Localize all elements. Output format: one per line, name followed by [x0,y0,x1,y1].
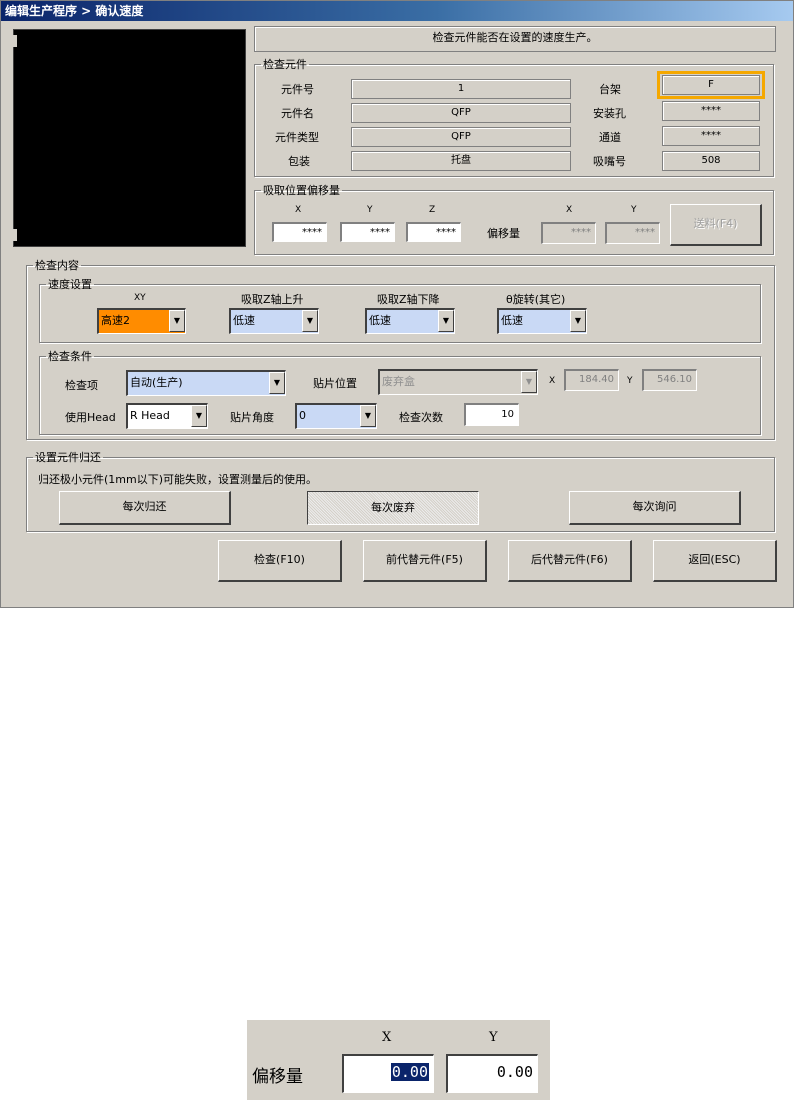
zoom-x-label: X [382,1030,392,1045]
pick-x-label: X [295,205,302,215]
return-group-legend: 设置元件归还 [35,451,101,464]
feed-button[interactable]: 送料(F4) [670,204,762,246]
rack-field: F [662,75,760,95]
angle-value: 0 [299,409,306,422]
zoom-y-value: 0.00 [496,1063,533,1081]
zup-label: 吸取Z轴上升 [241,293,304,306]
zoom-offset-label: 偏移量 [252,1067,303,1087]
rot-speed-select[interactable]: 低速 ▼ [497,308,587,334]
rot-speed-value: 低速 [501,314,523,327]
zdown-speed-select[interactable]: 低速 ▼ [365,308,455,334]
head-select[interactable]: R Head ▼ [126,403,208,429]
next-alt-button[interactable]: 后代替元件(F6) [508,540,632,582]
zup-speed-value: 低速 [233,314,255,327]
hole-label: 安装孔 [593,107,626,120]
camera-preview [13,29,246,247]
return-note: 归还极小元件(1mm以下)可能失败，设置测量后的使用。 [38,473,318,486]
part-name-label: 元件名 [281,107,314,120]
chevron-down-icon[interactable]: ▼ [302,310,318,332]
zoom-y-label: Y [489,1030,498,1045]
place-value: 废弃盒 [382,375,415,388]
angle-label: 贴片角度 [230,411,274,424]
chevron-down-icon[interactable]: ▼ [570,310,586,332]
pick-z-field: **** [406,222,461,242]
pick-y-label: Y [367,205,373,215]
speed-group-legend: 速度设置 [48,278,92,291]
angle-select[interactable]: 0 ▼ [295,403,377,429]
zdown-label: 吸取Z轴下降 [377,293,440,306]
confirm-speed-window: 编辑生产程序 > 确认速度 检查元件能否在设置的速度生产。 检查元件 元件号 1… [0,0,794,608]
nozzle-field: 508 [662,151,760,171]
zoom-x-value: 0.00 [390,1063,429,1081]
chevron-down-icon[interactable]: ▼ [521,371,537,393]
prev-alt-button[interactable]: 前代替元件(F5) [363,540,487,582]
head-value: R Head [130,409,170,422]
inspect-group-legend: 检查内容 [35,259,79,272]
pick-x-field: **** [272,222,327,242]
zdown-speed-value: 低速 [369,314,391,327]
nozzle-label: 吸嘴号 [593,155,626,168]
pick-z-label: Z [429,205,436,215]
chevron-down-icon[interactable]: ▼ [169,310,185,332]
count-label: 检查次数 [399,411,443,424]
place-select[interactable]: 废弃盒 ▼ [378,369,538,395]
each-discard-button[interactable]: 每次废弃 [307,491,479,525]
place-x-field: 184.40 [564,369,619,391]
package-label: 包装 [288,155,310,168]
place-y-label: Y [627,376,633,386]
chevron-down-icon[interactable]: ▼ [269,372,285,394]
xy-label: XY [134,293,146,303]
chevron-down-icon[interactable]: ▼ [191,405,207,427]
part-group-legend: 检查元件 [263,58,307,71]
pick-y-field: **** [340,222,395,242]
place-x-label: X [549,376,556,386]
channel-label: 通道 [599,131,621,144]
check-item-value: 自动(生产) [130,376,183,389]
check-item-select[interactable]: 自动(生产) ▼ [126,370,286,396]
place-y-field: 546.10 [642,369,697,391]
part-type-field: QFP [351,127,571,147]
zup-speed-select[interactable]: 低速 ▼ [229,308,319,334]
pick-offset-label: 偏移量 [487,227,520,240]
part-no-field: 1 [351,79,571,99]
chevron-down-icon[interactable]: ▼ [360,405,376,427]
part-name-field: QFP [351,103,571,123]
count-input[interactable]: 10 [464,403,519,426]
package-field: 托盘 [351,151,571,171]
zoom-x-input[interactable]: 0.00 [342,1054,434,1093]
offset-x-label: X [566,205,573,215]
channel-field: **** [662,126,760,146]
offset-y-label: Y [631,205,637,215]
each-return-button[interactable]: 每次归还 [59,491,231,525]
rot-label: θ旋转(其它) [506,293,566,306]
offset-zoom-inset: X Y 偏移量 0.00 0.00 [247,1020,550,1100]
place-label: 贴片位置 [313,377,357,390]
xy-speed-value: 高速2 [101,314,130,327]
back-button[interactable]: 返回(ESC) [653,540,777,582]
offset-y-field: **** [605,222,660,244]
check-item-label: 检查项 [65,379,98,392]
each-ask-button[interactable]: 每次询问 [569,491,741,525]
offset-x-field: **** [541,222,596,244]
hole-field: **** [662,101,760,121]
preview-notch-bottom [13,229,17,241]
head-label: 使用Head [65,411,116,424]
part-no-label: 元件号 [281,83,314,96]
xy-speed-select[interactable]: 高速2 ▼ [97,308,186,334]
pick-offset-legend: 吸取位置偏移量 [263,184,340,197]
window-title: 编辑生产程序 > 确认速度 [1,1,793,21]
preview-notch-top [13,35,17,47]
cond-group-legend: 检查条件 [48,350,92,363]
message-box: 检查元件能否在设置的速度生产。 [254,26,776,52]
rack-label: 台架 [599,83,621,96]
chevron-down-icon[interactable]: ▼ [438,310,454,332]
part-type-label: 元件类型 [275,131,319,144]
zoom-y-input[interactable]: 0.00 [446,1054,538,1093]
check-button[interactable]: 检查(F10) [218,540,342,582]
